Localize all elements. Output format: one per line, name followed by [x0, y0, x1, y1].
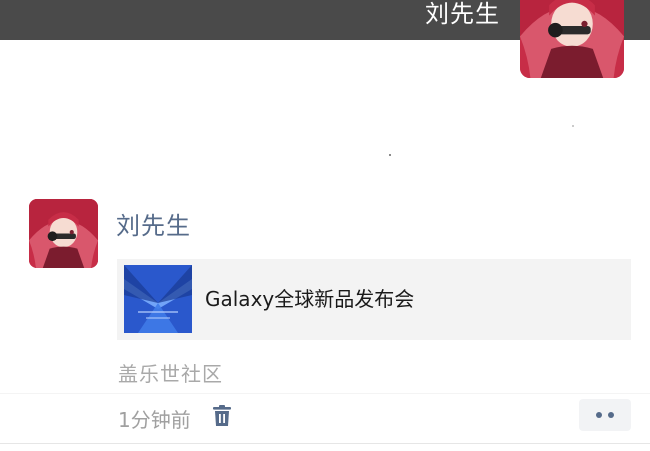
background-speck	[389, 154, 391, 156]
more-actions-button[interactable]	[579, 399, 631, 431]
delete-button[interactable]	[210, 402, 234, 430]
shared-link-card[interactable]: Galaxy全球新品发布会	[117, 259, 631, 340]
shared-link-title: Galaxy全球新品发布会	[205, 287, 415, 311]
post-author-name[interactable]: 刘先生	[116, 206, 191, 241]
post-timestamp: 1分钟前	[118, 408, 191, 432]
header-avatar[interactable]	[520, 0, 624, 78]
more-dots-icon	[608, 412, 614, 418]
background-speck	[572, 125, 574, 127]
divider	[0, 393, 650, 394]
trash-icon	[213, 405, 231, 426]
post-source-label[interactable]: 盖乐世社区	[118, 358, 223, 387]
anime-avatar-image	[520, 0, 624, 78]
more-dots-icon	[596, 412, 602, 418]
post-author-avatar[interactable]	[29, 199, 98, 268]
header-username: 刘先生	[425, 0, 500, 28]
divider	[0, 443, 650, 444]
galaxy-event-thumbnail-icon	[124, 265, 192, 333]
anime-avatar-image	[29, 199, 98, 268]
